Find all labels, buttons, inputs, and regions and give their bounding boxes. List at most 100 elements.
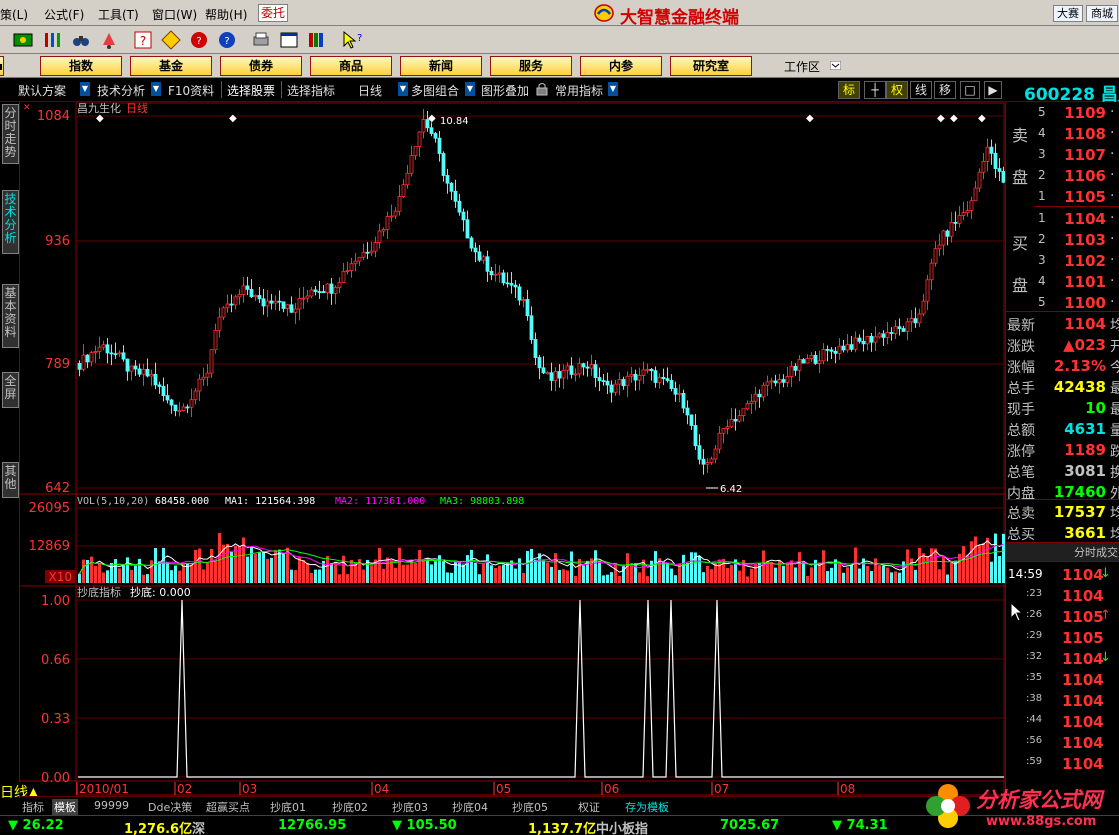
- template-tab[interactable]: 抄底02: [332, 799, 368, 815]
- period-dropdown-icon[interactable]: ▼: [398, 82, 408, 96]
- tool-rights-button[interactable]: 权: [886, 81, 908, 99]
- event-marker-icon[interactable]: ◆: [937, 113, 945, 124]
- tick-row[interactable]: :29 1105: [1006, 627, 1119, 648]
- mall-button[interactable]: 商城: [1086, 5, 1118, 22]
- tool-next-button[interactable]: ▶: [984, 81, 1002, 99]
- nav-button-research[interactable]: 研究室: [670, 56, 752, 76]
- tool-line-button[interactable]: 线: [910, 81, 932, 99]
- tool-mark-button[interactable]: 标: [838, 81, 860, 99]
- event-marker-icon[interactable]: ◆: [229, 113, 237, 124]
- nav-button-cut[interactable]: ▪: [0, 56, 4, 76]
- work-area-dropdown-icon[interactable]: [830, 61, 841, 70]
- tab-fullscreen[interactable]: 全屏: [2, 372, 19, 408]
- ask-row[interactable]: 1 1105 ·: [1006, 186, 1119, 207]
- tool-window-button[interactable]: □: [960, 81, 980, 99]
- tool-crosshair-button[interactable]: ┼: [864, 81, 886, 99]
- ask-row[interactable]: 3 1107 ·: [1006, 144, 1119, 165]
- work-area-label[interactable]: 工作区: [784, 58, 820, 75]
- overlay-menu[interactable]: 图形叠加: [481, 82, 529, 99]
- ask-row[interactable]: 4 1108 ·: [1006, 123, 1119, 144]
- candle-body: [989, 146, 994, 154]
- select-stock-menu[interactable]: 选择股票: [227, 82, 275, 99]
- nav-button-bond[interactable]: 债券: [220, 56, 302, 76]
- tool-move-button[interactable]: 移: [934, 81, 956, 99]
- tick-row[interactable]: :38 1104: [1006, 690, 1119, 711]
- event-marker-icon[interactable]: ◆: [950, 113, 958, 124]
- period-indicator[interactable]: 日线▲: [0, 782, 76, 801]
- tick-row[interactable]: 14:59 1104 ↓: [1006, 564, 1119, 585]
- template-tab[interactable]: 99999: [94, 799, 129, 812]
- print-icon[interactable]: [250, 29, 272, 51]
- template-tab[interactable]: 抄底05: [512, 799, 548, 815]
- nav-button-service[interactable]: 服务: [490, 56, 572, 76]
- template-tab[interactable]: 存为模板: [625, 799, 669, 815]
- diamond-icon[interactable]: [160, 29, 182, 51]
- quote-icon[interactable]: [12, 29, 34, 51]
- red-ball-icon[interactable]: ?: [188, 29, 210, 51]
- scheme-dropdown-icon[interactable]: ▼: [80, 82, 90, 96]
- books-icon[interactable]: [306, 29, 328, 51]
- bid-row[interactable]: 1 1104 ·: [1006, 208, 1119, 229]
- bid-row[interactable]: 3 1102 ·: [1006, 250, 1119, 271]
- menu-strategy[interactable]: 策(L): [0, 6, 28, 23]
- tech-analysis-dropdown-icon[interactable]: ▼: [151, 82, 161, 96]
- tech-analysis-menu[interactable]: 技术分析: [97, 82, 145, 99]
- template-tab[interactable]: 指标: [22, 799, 44, 815]
- multi-chart-menu[interactable]: 多图组合: [411, 82, 459, 99]
- alarm-icon[interactable]: [98, 29, 120, 51]
- close-chart-icon[interactable]: ✕: [23, 103, 31, 113]
- binoculars-icon[interactable]: [70, 29, 92, 51]
- template-tab[interactable]: 抄底03: [392, 799, 428, 815]
- template-tab[interactable]: 抄底04: [452, 799, 488, 815]
- bid-row[interactable]: 2 1103 ·: [1006, 229, 1119, 250]
- nav-button-fund[interactable]: 基金: [130, 56, 212, 76]
- tick-row[interactable]: :32 1104 ↓: [1006, 648, 1119, 669]
- nav-button-insider[interactable]: 内参: [580, 56, 662, 76]
- tick-row[interactable]: :56 1104: [1006, 732, 1119, 753]
- tab-tech-analysis[interactable]: 技术分析: [2, 190, 19, 254]
- trust-button[interactable]: 委托: [258, 4, 288, 22]
- contest-button[interactable]: 大赛: [1053, 5, 1083, 22]
- ask-row[interactable]: 2 1106 ·: [1006, 165, 1119, 186]
- nav-button-commodity[interactable]: 商品: [310, 56, 392, 76]
- window-icon[interactable]: [278, 29, 300, 51]
- common-indicator-menu[interactable]: 常用指标: [555, 82, 603, 99]
- template-tab[interactable]: 超赢买点: [206, 799, 250, 815]
- f10-menu[interactable]: F10资料: [168, 82, 214, 99]
- tab-other[interactable]: 其他: [2, 462, 19, 498]
- menu-window[interactable]: 窗口(W): [152, 6, 197, 23]
- menu-tools[interactable]: 工具(T): [98, 6, 139, 23]
- select-indicator-menu[interactable]: 选择指标: [287, 82, 335, 99]
- tab-intraday[interactable]: 分时走势: [2, 104, 19, 164]
- event-marker-icon[interactable]: ◆: [978, 113, 986, 124]
- nav-button-news[interactable]: 新闻: [400, 56, 482, 76]
- menu-formula[interactable]: 公式(F): [44, 6, 84, 23]
- template-tab[interactable]: 权证: [578, 799, 600, 815]
- menu-help[interactable]: 帮助(H): [205, 6, 247, 23]
- candle-body: [185, 406, 190, 409]
- ask-row[interactable]: 5 1109 ·: [1006, 102, 1119, 123]
- nav-button-index[interactable]: 指数: [40, 56, 122, 76]
- pointer-help-icon[interactable]: ?: [340, 29, 362, 51]
- bid-row[interactable]: 5 1100 ·: [1006, 292, 1119, 313]
- event-marker-icon[interactable]: ◆: [96, 113, 104, 124]
- template-tab[interactable]: 抄底01: [270, 799, 306, 815]
- tick-row[interactable]: :44 1104: [1006, 711, 1119, 732]
- bars-icon[interactable]: [42, 29, 64, 51]
- template-tab[interactable]: Dde决策: [148, 799, 192, 815]
- help-icon[interactable]: ?: [132, 29, 154, 51]
- period-menu[interactable]: 日线: [358, 82, 382, 99]
- blue-ball-icon[interactable]: ?: [216, 29, 238, 51]
- lock-icon[interactable]: [536, 82, 548, 96]
- event-marker-icon[interactable]: ◆: [806, 113, 814, 124]
- tick-row[interactable]: :59 1104: [1006, 753, 1119, 774]
- multi-chart-dropdown-icon[interactable]: ▼: [465, 82, 475, 96]
- event-marker-icon[interactable]: ◆: [428, 113, 436, 124]
- template-tab[interactable]: 模板: [52, 799, 78, 815]
- bid-row[interactable]: 4 1101 ·: [1006, 271, 1119, 292]
- tab-fundamentals[interactable]: 基本资料: [2, 284, 19, 348]
- kline-chart[interactable]: 1084 936 789 642 昌九生化 日线 ✕ 10.84 6.42 ◆ ◆…: [20, 102, 1005, 796]
- common-indicator-dropdown-icon[interactable]: ▼: [608, 82, 618, 96]
- scheme-default[interactable]: 默认方案: [18, 82, 66, 99]
- tick-row[interactable]: :35 1104: [1006, 669, 1119, 690]
